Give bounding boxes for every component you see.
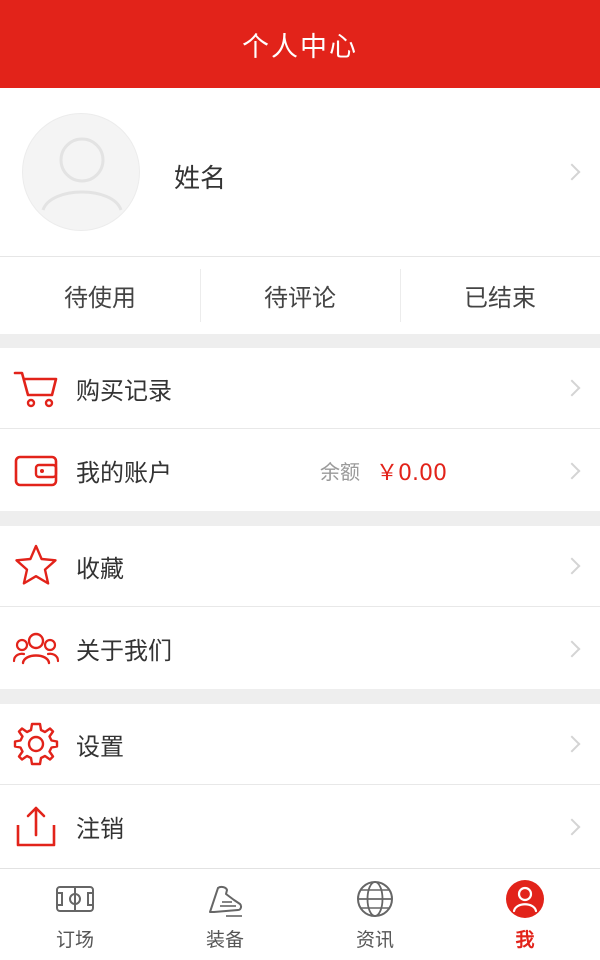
menu-item-purchase-records[interactable]: 购买记录 xyxy=(0,348,600,429)
share-upload-icon xyxy=(16,806,56,846)
profile-name: 姓名 xyxy=(174,164,227,194)
menu-label: 收藏 xyxy=(76,554,124,583)
section-divider xyxy=(0,511,600,526)
tab-pending-use[interactable]: 待使用 xyxy=(0,257,200,334)
profile-row[interactable]: 姓名 xyxy=(0,88,600,256)
wallet-icon xyxy=(14,455,58,486)
menu-label: 注销 xyxy=(76,815,124,843)
menu-label: 关于我们 xyxy=(76,637,172,665)
court-icon xyxy=(56,886,94,912)
globe-icon xyxy=(357,881,393,917)
app-header: 个人中心 xyxy=(0,0,600,88)
tab-news[interactable]: 资讯 xyxy=(300,869,450,960)
tab-me[interactable]: 我 xyxy=(450,869,600,960)
tab-label: 我 xyxy=(515,929,535,951)
balance-value: ￥0.00 xyxy=(376,460,447,486)
page-title: 个人中心 xyxy=(242,31,358,63)
menu-item-favorites[interactable]: 收藏 xyxy=(0,526,600,607)
menu-item-settings[interactable]: 设置 xyxy=(0,704,600,785)
people-icon xyxy=(12,632,60,664)
section-divider xyxy=(0,689,600,704)
bottom-tab-bar: 订场 装备 资讯 我 xyxy=(0,868,600,960)
tab-label: 装备 xyxy=(205,929,244,951)
chevron-right-icon xyxy=(563,462,581,479)
tab-pending-review[interactable]: 待评论 xyxy=(200,257,400,334)
balance-label: 余额 xyxy=(320,460,360,484)
chevron-right-icon xyxy=(563,735,581,753)
menu-label: 我的账户 xyxy=(76,459,172,487)
chevron-right-icon xyxy=(563,557,581,575)
order-status-tabs: 待使用 待评论 已结束 xyxy=(0,256,600,334)
menu-item-my-account[interactable]: 我的账户 余额 ￥0.00 xyxy=(0,430,600,511)
section-divider xyxy=(0,334,600,348)
chevron-right-icon xyxy=(563,818,581,835)
tab-equipment[interactable]: 装备 xyxy=(150,869,300,960)
chevron-right-icon xyxy=(563,379,581,397)
menu-label: 设置 xyxy=(76,732,124,761)
tab-finished[interactable]: 已结束 xyxy=(400,257,600,334)
menu-label: 购买记录 xyxy=(76,376,172,405)
tab-court-booking[interactable]: 订场 xyxy=(0,869,150,960)
avatar-placeholder-icon xyxy=(41,137,123,211)
shoe-icon xyxy=(209,885,243,917)
star-icon xyxy=(15,544,57,585)
menu-item-logout[interactable]: 注销 xyxy=(0,786,600,867)
tab-label: 资讯 xyxy=(355,929,394,951)
avatar[interactable] xyxy=(22,113,140,231)
chevron-right-icon xyxy=(563,163,581,181)
cart-icon xyxy=(13,371,58,408)
menu-item-about-us[interactable]: 关于我们 xyxy=(0,608,600,689)
tab-label: 订场 xyxy=(55,929,94,951)
gear-icon xyxy=(13,722,59,766)
user-icon xyxy=(506,880,544,918)
chevron-right-icon xyxy=(563,640,581,657)
